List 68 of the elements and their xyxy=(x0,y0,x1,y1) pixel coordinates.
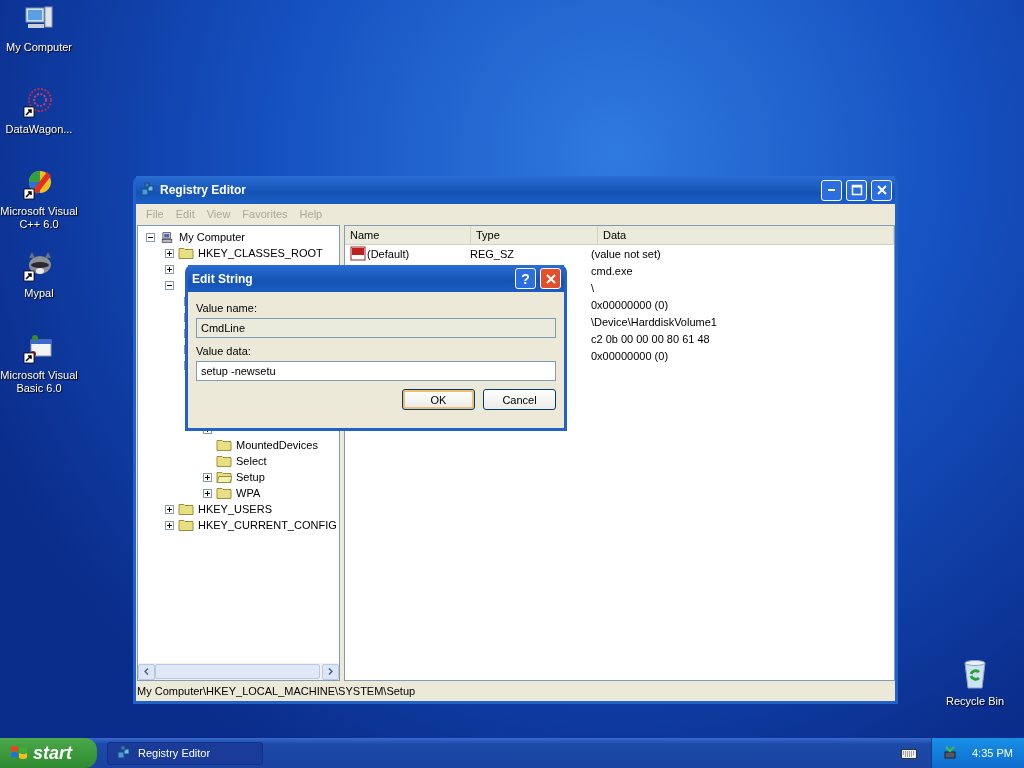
value-name-field[interactable]: CmdLine xyxy=(196,318,556,338)
tree-item[interactable]: HKEY_USERS xyxy=(198,503,272,515)
horizontal-scrollbar[interactable] xyxy=(138,663,339,680)
desktop-icon-label[interactable]: Microsoft Visual C++ 6.0 xyxy=(0,205,78,231)
desktop-icon-label[interactable]: My Computer xyxy=(0,41,78,54)
expander-icon[interactable] xyxy=(165,504,174,514)
value-type: REG_SZ xyxy=(470,247,514,260)
close-button[interactable] xyxy=(871,179,892,201)
desktop-icon-label[interactable]: DataWagon... xyxy=(0,123,78,136)
expander-icon[interactable] xyxy=(165,248,174,258)
taskbar-button[interactable]: Registry Editor xyxy=(107,741,263,765)
expander-icon[interactable] xyxy=(146,232,155,242)
column-header[interactable]: Name xyxy=(345,226,471,244)
cancel-button[interactable]: Cancel xyxy=(483,389,556,410)
expander-icon[interactable] xyxy=(165,264,174,274)
cubes-icon xyxy=(140,182,156,198)
column-header[interactable]: Data xyxy=(598,226,894,244)
close-icon xyxy=(876,185,887,195)
keyboard-icon[interactable] xyxy=(901,747,917,759)
tree-item[interactable]: WPA xyxy=(236,487,261,499)
app-icon[interactable] xyxy=(23,332,55,364)
maximize-button[interactable] xyxy=(846,179,867,201)
tree-item[interactable]: Setup xyxy=(236,471,265,483)
status-path: My Computer\HKEY_LOCAL_MACHINE\SYSTEM\Setup xyxy=(137,685,416,697)
tree-item[interactable]: HKEY_CLASSES_ROOT xyxy=(198,247,323,259)
value-data-label: Value data: xyxy=(196,345,252,359)
value-name-label: Value name: xyxy=(196,302,258,316)
value-data: (value not set) xyxy=(591,247,661,260)
value-data: \ xyxy=(591,281,595,294)
scroll-left-button[interactable] xyxy=(138,663,155,680)
maximize-icon xyxy=(850,184,863,196)
string-value-icon xyxy=(350,245,366,262)
value-data: cmd.exe xyxy=(591,264,633,277)
value-data: 0x00000000 (0) xyxy=(591,298,669,311)
start-button[interactable]: start xyxy=(0,738,97,768)
expander-icon[interactable] xyxy=(165,280,174,290)
desktop-icon-label[interactable]: Microsoft Visual Basic 6.0 xyxy=(0,369,78,395)
expander-icon[interactable] xyxy=(203,488,212,498)
dialog-title: Edit String xyxy=(192,271,253,286)
minimize-icon xyxy=(828,189,835,191)
cubes-icon xyxy=(116,745,132,761)
scroll-thumb[interactable] xyxy=(155,664,320,679)
value-data: 0x00000000 (0) xyxy=(591,349,669,362)
desktop-icon-label[interactable]: Recycle Bin xyxy=(936,695,1014,708)
close-button[interactable] xyxy=(540,268,561,289)
value-data: c2 0b 00 00 00 80 61 48 xyxy=(591,332,710,345)
network-icon[interactable] xyxy=(942,745,958,761)
ok-button[interactable]: OK xyxy=(402,389,475,410)
close-icon xyxy=(545,273,556,284)
expander-icon[interactable] xyxy=(165,520,174,530)
scroll-right-button[interactable] xyxy=(322,663,339,680)
minimize-button[interactable] xyxy=(821,179,842,201)
tree-item[interactable]: Select xyxy=(236,455,267,467)
help-button[interactable]: ? xyxy=(515,268,536,289)
value-name[interactable]: (Default) xyxy=(367,247,410,260)
globe-icon[interactable] xyxy=(23,86,55,118)
tree-item[interactable]: HKEY_CURRENT_CONFIG xyxy=(198,519,337,531)
tree-item[interactable]: MountedDevices xyxy=(236,439,318,451)
desktop-icon-label[interactable]: Mypal xyxy=(0,287,78,300)
window-title: Registry Editor xyxy=(160,183,246,197)
value-data: \Device\HarddiskVolume1 xyxy=(591,315,717,328)
tree-item[interactable]: My Computer xyxy=(179,231,246,243)
column-header[interactable]: Type xyxy=(471,226,598,244)
windows-flag-icon xyxy=(10,744,28,762)
clock: 4:35 PM xyxy=(972,747,1013,759)
value-data-field[interactable]: setup -newsetu xyxy=(196,361,556,381)
computer-icon xyxy=(159,231,175,243)
expander-icon[interactable] xyxy=(203,472,212,482)
